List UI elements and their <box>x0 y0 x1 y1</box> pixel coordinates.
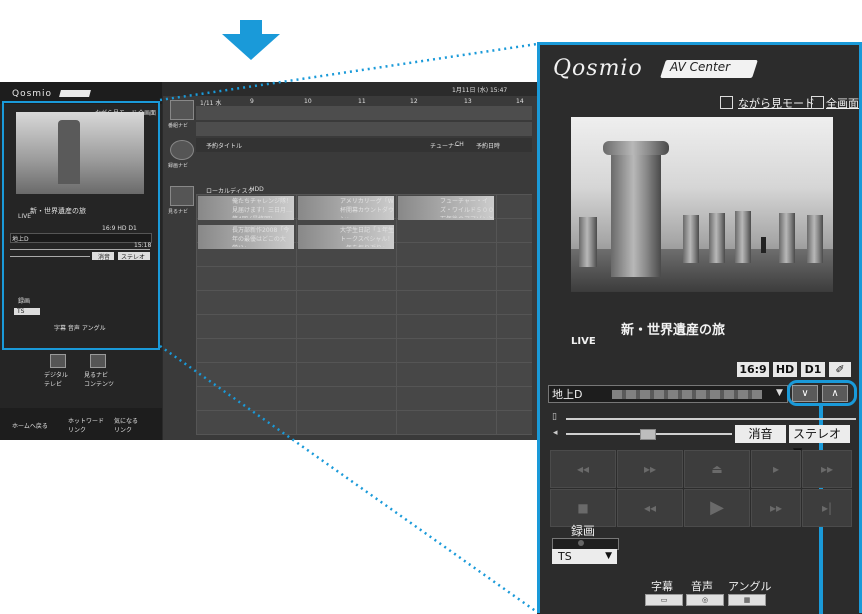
zoom-frame <box>537 42 862 613</box>
